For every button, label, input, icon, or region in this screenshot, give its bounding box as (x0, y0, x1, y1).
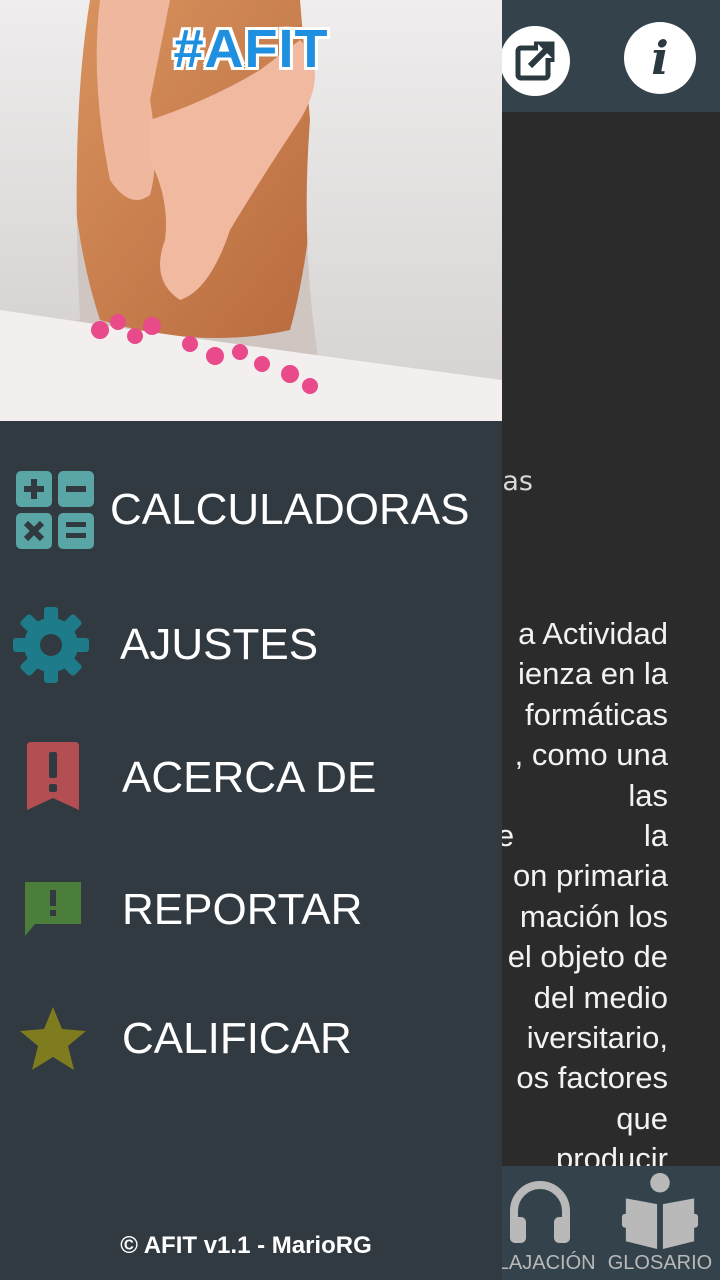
article-word: a Actividad (518, 616, 668, 651)
open-external-icon (515, 41, 555, 81)
info-button[interactable]: i (624, 22, 696, 94)
info-icon: i (651, 31, 669, 85)
menu-item-reportar[interactable]: REPORTAR (0, 855, 502, 965)
menu-item-calculadoras[interactable]: CALCULADORAS (0, 455, 502, 565)
nav-glosario[interactable]: GLOSARIO (600, 1166, 720, 1280)
book-reader-icon (621, 1172, 699, 1250)
article-word: ienza en la (518, 656, 668, 692)
article-word: , como una (514, 737, 668, 773)
article-word: que (616, 1100, 668, 1136)
article-word: del medio (533, 979, 668, 1015)
calculator-icon (14, 469, 96, 551)
article-word: iversitario, (526, 1019, 668, 1055)
open-external-button[interactable] (500, 26, 570, 96)
navigation-drawer: #AFIT CALCULADORAS AJUSTES ACERCA DE REP… (0, 0, 502, 1280)
menu-item-ajustes[interactable]: AJUSTES (0, 590, 502, 700)
star-icon (12, 998, 94, 1080)
menu-label-acerca-de: ACERCA DE (122, 753, 377, 802)
drawer-footer: © AFIT v1.1 - MarioRG (120, 1232, 372, 1259)
article-word: el objeto de (507, 939, 668, 975)
menu-label-calculadoras: CALCULADORAS (110, 485, 470, 534)
menu-item-acerca-de[interactable]: ACERCA DE (0, 723, 502, 833)
menu-item-calificar[interactable]: CALIFICAR (0, 984, 502, 1094)
report-message-icon (12, 869, 94, 951)
article-word: on primaria (512, 858, 668, 894)
headphones-icon (510, 1181, 570, 1243)
article-word: producir (556, 1141, 668, 1166)
article-word: las (628, 777, 668, 813)
menu-label-calificar: CALIFICAR (122, 1014, 352, 1063)
drawer-header-image: #AFIT (0, 0, 502, 421)
menu-label-ajustes: AJUSTES (120, 620, 319, 669)
article-word: os factores (516, 1060, 668, 1096)
menu-label-reportar: REPORTAR (122, 885, 363, 934)
bookmark-alert-icon (12, 737, 94, 819)
article-word: la (643, 817, 668, 853)
nav-glosario-label: GLOSARIO (607, 1252, 713, 1274)
app-logo: #AFIT (173, 19, 329, 79)
article-word: mación los (519, 898, 668, 934)
article-word: formáticas (525, 696, 668, 732)
gear-icon (10, 604, 92, 686)
